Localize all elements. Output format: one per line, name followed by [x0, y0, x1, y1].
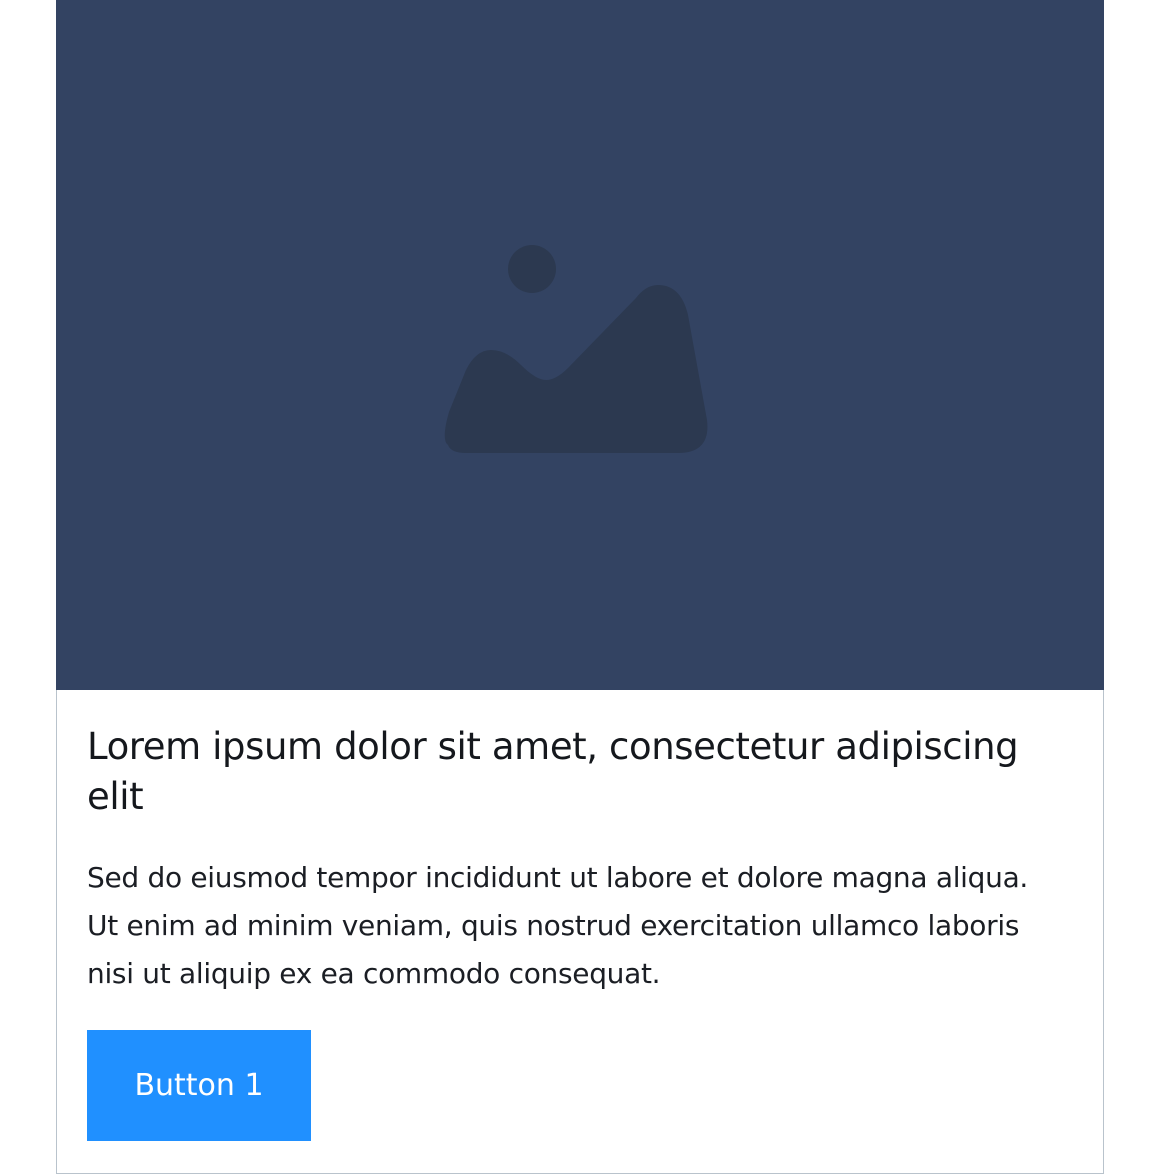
- content-card: Lorem ipsum dolor sit amet, consectetur …: [56, 0, 1104, 1174]
- card-description: Sed do eiusmod tempor incididunt ut labo…: [87, 861, 1029, 990]
- card-body: Lorem ipsum dolor sit amet, consectetur …: [56, 690, 1104, 1174]
- primary-button[interactable]: Button 1: [87, 1030, 311, 1141]
- card-image: [56, 0, 1104, 690]
- card-title: Lorem ipsum dolor sit amet, consectetur …: [87, 725, 1019, 818]
- image-placeholder-icon: [444, 245, 708, 453]
